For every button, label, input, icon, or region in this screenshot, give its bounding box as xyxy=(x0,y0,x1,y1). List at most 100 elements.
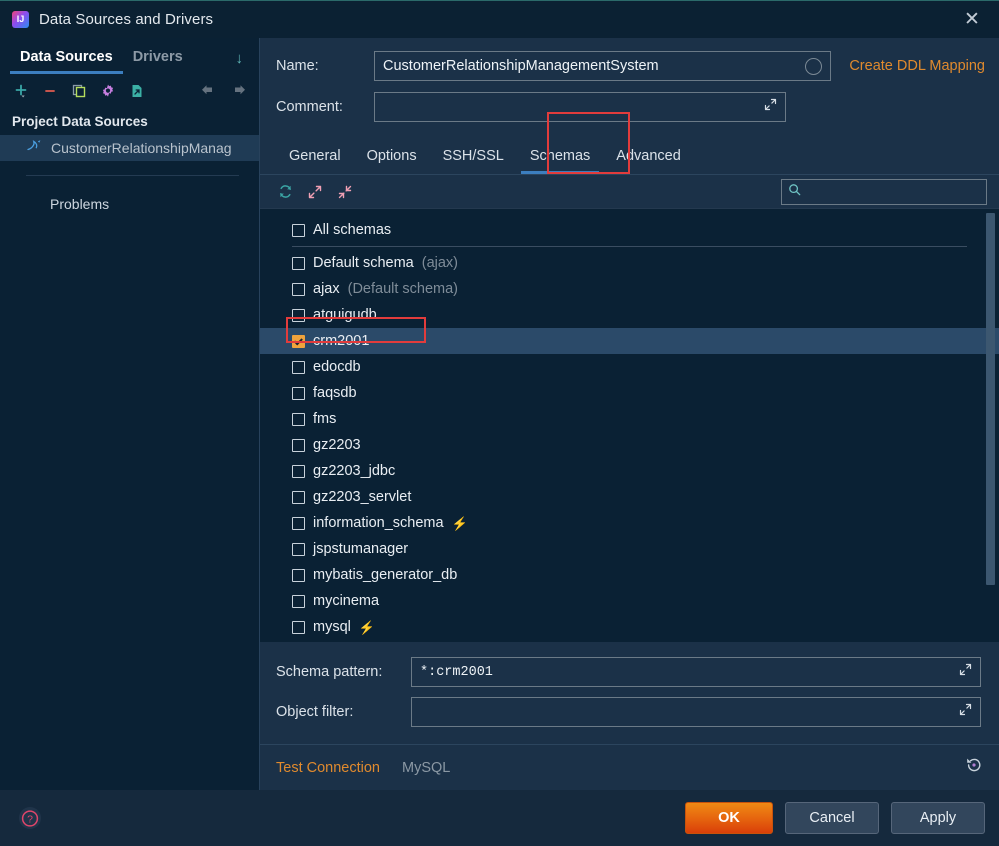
schema-pattern-input[interactable]: *:crm2001 xyxy=(411,657,981,687)
footer: ? OK Cancel Apply xyxy=(0,790,999,846)
schema-list-rows: All schemas Default schema (ajax) ajax (Defa… xyxy=(260,209,999,640)
schema-checkbox[interactable] xyxy=(292,490,305,504)
sidebar-item-data-source[interactable]: CustomerRelationshipManag xyxy=(0,135,259,161)
schema-checkbox[interactable] xyxy=(292,438,305,452)
schema-row[interactable]: gz2203_jdbc xyxy=(260,458,999,484)
schema-row[interactable]: edocdb xyxy=(260,354,999,380)
comment-input[interactable] xyxy=(374,92,786,122)
schema-row-label: mycinema xyxy=(313,593,380,609)
window-title: Data Sources and Drivers xyxy=(39,11,214,28)
schema-row[interactable]: gz2203 xyxy=(260,432,999,458)
schema-row-label: mybatis_generator_db xyxy=(313,567,458,583)
sidebar-item-problems[interactable]: Problems xyxy=(0,176,259,212)
schema-row-label: All schemas xyxy=(313,222,392,238)
ok-button[interactable]: OK xyxy=(685,802,773,834)
remove-button[interactable] xyxy=(37,78,63,104)
schema-row[interactable]: gz2203_servlet xyxy=(260,484,999,510)
schema-checkbox[interactable] xyxy=(292,594,305,608)
schema-row[interactable]: ajax (Default schema) xyxy=(260,276,999,302)
schema-row[interactable]: faqsdb xyxy=(260,380,999,406)
schema-row[interactable]: information_schema ⚡ xyxy=(260,510,999,536)
schema-row-label: mysql xyxy=(313,619,351,635)
close-icon[interactable]: ✕ xyxy=(955,5,989,35)
schema-checkbox[interactable] xyxy=(292,542,305,556)
object-filter-input[interactable] xyxy=(411,697,981,727)
schema-row-note: (Default schema) xyxy=(347,281,459,297)
name-label: Name: xyxy=(276,58,319,74)
collapse-down-icon[interactable]: ↓ xyxy=(236,51,260,74)
schema-checkbox[interactable] xyxy=(292,256,305,270)
expand-object-filter-icon[interactable] xyxy=(959,703,972,721)
schema-list[interactable]: All schemas Default schema (ajax) ajax (Defa… xyxy=(260,208,999,642)
sidebar-section-title: Project Data Sources xyxy=(12,114,148,129)
tab-advanced[interactable]: Advanced xyxy=(603,148,694,174)
sidebar-tabs: Data Sources Drivers ↓ xyxy=(0,38,259,74)
schema-row-label: atguigudb xyxy=(313,307,377,323)
collapse-all-icon[interactable] xyxy=(332,179,358,205)
cancel-button[interactable]: Cancel xyxy=(785,802,879,834)
import-button[interactable] xyxy=(124,78,150,104)
schema-checkbox[interactable] xyxy=(292,516,305,530)
status-bar: Test Connection MySQL xyxy=(260,744,999,790)
schema-list-scrollbar[interactable] xyxy=(986,213,995,585)
schema-row[interactable]: crm2001 xyxy=(260,328,999,354)
intellij-idea-icon: IJ xyxy=(12,11,29,28)
schema-checkbox[interactable] xyxy=(292,223,305,237)
test-connection-link[interactable]: Test Connection xyxy=(276,760,380,776)
schema-row-note: (ajax) xyxy=(421,255,459,271)
expand-editor-icon[interactable] xyxy=(764,98,777,116)
schema-row-label: gz2203_jdbc xyxy=(313,463,396,479)
schema-checkbox[interactable] xyxy=(292,464,305,478)
lightning-bolt-icon: ⚡ xyxy=(451,515,468,531)
apply-button[interactable]: Apply xyxy=(891,802,985,834)
schema-row[interactable]: Default schema (ajax) xyxy=(260,250,999,276)
main-panel: Name: CustomerRelationshipManagementSyst… xyxy=(260,38,999,790)
help-icon[interactable]: ? xyxy=(16,804,44,832)
expand-all-icon[interactable] xyxy=(302,179,328,205)
schema-row[interactable]: mysql ⚡ xyxy=(260,614,999,640)
comment-label: Comment: xyxy=(276,99,343,115)
schema-checkbox[interactable] xyxy=(292,568,305,582)
sidebar-tab-data-sources[interactable]: Data Sources xyxy=(10,49,123,74)
schema-pattern-value: *:crm2001 xyxy=(420,664,493,680)
tab-ssh-ssl[interactable]: SSH/SSL xyxy=(430,148,517,174)
schema-row[interactable]: All schemas xyxy=(260,217,999,243)
sidebar: Data Sources Drivers ↓ Project Data Sour… xyxy=(0,38,260,790)
schema-row-label: fms xyxy=(313,411,337,427)
schema-checkbox[interactable] xyxy=(292,386,305,400)
search-icon xyxy=(788,183,801,201)
color-indicator-icon[interactable] xyxy=(805,57,823,75)
schema-filters: Schema pattern: *:crm2001 Object filter: xyxy=(260,642,999,744)
create-ddl-mapping-link[interactable]: Create DDL Mapping xyxy=(849,58,985,74)
gear-icon[interactable] xyxy=(95,78,121,104)
move-forward-button[interactable] xyxy=(225,78,251,104)
expand-schema-pattern-icon[interactable] xyxy=(959,663,972,681)
schema-row[interactable]: mycinema xyxy=(260,588,999,614)
move-back-button[interactable] xyxy=(196,78,222,104)
schema-checkbox[interactable] xyxy=(292,334,305,348)
schemas-toolbar xyxy=(260,174,999,208)
schema-checkbox[interactable] xyxy=(292,412,305,426)
schema-row[interactable]: atguigudb xyxy=(260,302,999,328)
schema-checkbox[interactable] xyxy=(292,308,305,322)
tab-options[interactable]: Options xyxy=(354,148,430,174)
sidebar-tab-drivers[interactable]: Drivers xyxy=(123,49,193,74)
schema-row[interactable]: jspstumanager xyxy=(260,536,999,562)
schema-row-label: jspstumanager xyxy=(313,541,409,557)
dialog-body: Data Sources Drivers ↓ Project Data Sour… xyxy=(0,38,999,790)
refresh-icon[interactable] xyxy=(272,179,298,205)
schema-list-separator xyxy=(292,246,967,247)
schema-row[interactable]: fms xyxy=(260,406,999,432)
duplicate-button[interactable] xyxy=(66,78,92,104)
schema-checkbox[interactable] xyxy=(292,360,305,374)
add-button[interactable] xyxy=(8,78,34,104)
name-input[interactable]: CustomerRelationshipManagementSystem xyxy=(374,51,832,81)
revert-icon[interactable] xyxy=(965,756,983,779)
schema-checkbox[interactable] xyxy=(292,620,305,634)
tab-general[interactable]: General xyxy=(276,148,354,174)
schema-row[interactable]: mybatis_generator_db xyxy=(260,562,999,588)
tab-schemas[interactable]: Schemas xyxy=(517,148,603,174)
search-input[interactable] xyxy=(781,178,987,205)
schema-checkbox[interactable] xyxy=(292,282,305,296)
schema-row-label: information_schema xyxy=(313,515,444,531)
